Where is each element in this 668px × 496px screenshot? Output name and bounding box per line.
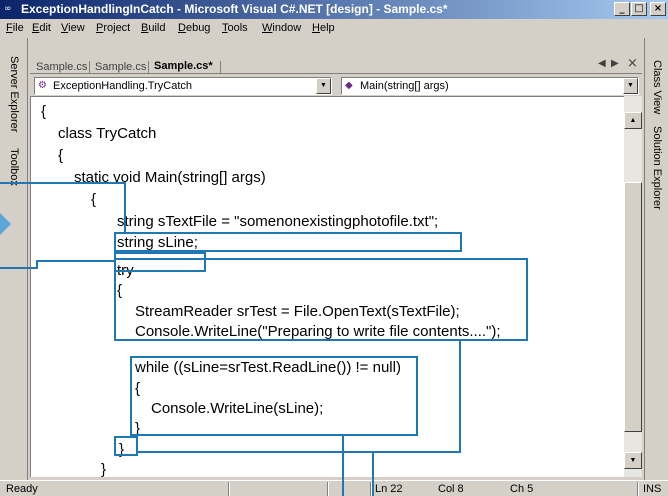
menu-edit[interactable]: Edit (32, 22, 51, 35)
scroll-down-icon[interactable]: ▼ (624, 452, 642, 469)
code-line: } (101, 461, 107, 477)
callout-leader (372, 451, 374, 496)
method-icon: ◆ (345, 80, 353, 91)
right-dock: Class View Solution Explorer (644, 38, 668, 480)
scrollbar-thumb[interactable] (624, 182, 642, 432)
code-line: { (58, 147, 64, 164)
status-bar: Ready Ln 22 Col 8 Ch 5 INS (0, 480, 668, 496)
menu-project[interactable]: Project (96, 22, 130, 35)
code-line: static void Main(string[] args) (74, 169, 266, 186)
code-line: Console.WriteLine("Preparing to write fi… (135, 323, 501, 340)
menu-window-key: W (262, 22, 273, 34)
code-line: } (119, 441, 125, 458)
callout-leader (124, 182, 126, 233)
toolbox-tab[interactable]: Toolbox (7, 148, 21, 186)
code-line: string sLine; (117, 234, 198, 251)
status-ch: Ch 5 (510, 483, 534, 495)
code-line: { (41, 103, 47, 120)
class-icon: ⚙ (38, 80, 47, 91)
code-line: } (135, 420, 141, 437)
callout-leader (0, 182, 126, 184)
tab-sample-active[interactable]: Sample.cs* (154, 60, 213, 73)
scroll-up-icon[interactable]: ▲ (624, 112, 642, 129)
menu-project-rest: roject (103, 22, 131, 34)
member-dropdown-value: Main(string[] args) (360, 80, 449, 92)
close-button[interactable]: × (650, 2, 666, 16)
solution-explorer-tab[interactable]: Solution Explorer (650, 126, 664, 210)
maximize-button[interactable]: □ (631, 2, 647, 16)
menu-debug[interactable]: Debug (178, 22, 210, 35)
menu-help[interactable]: Help (312, 22, 335, 35)
menu-edit-rest: dit (39, 22, 51, 34)
callout-leader (36, 260, 116, 262)
tab-sample-1[interactable]: Sample.cs (36, 61, 87, 74)
menu-debug-key: D (178, 22, 186, 34)
status-divider (327, 482, 329, 496)
menu-bar: File Edit View Project Build Debug Tools… (0, 19, 668, 38)
callout-arrow-icon (0, 213, 11, 235)
minimize-button[interactable]: _ (614, 2, 630, 16)
tab-scroll-left-icon[interactable]: ◀ (598, 58, 606, 69)
status-line: Ln 22 (375, 483, 403, 495)
code-editor[interactable]: { class TryCatch { static void Main(stri… (30, 96, 624, 477)
title-bar[interactable]: ∞ ExceptionHandlingInCatch - Microsoft V… (0, 0, 668, 19)
menu-file-key: F (6, 22, 13, 34)
left-dock: Server Explorer Toolbox (0, 38, 28, 480)
callout-leader (0, 267, 38, 269)
chevron-down-icon[interactable]: ▼ (316, 78, 331, 94)
menu-build-rest: uild (148, 22, 166, 34)
ide-window: ∞ ExceptionHandlingInCatch - Microsoft V… (0, 0, 668, 496)
chevron-down-icon[interactable]: ▼ (623, 78, 638, 94)
code-line: StreamReader srTest = File.OpenText(sTex… (135, 303, 460, 320)
tab-close-icon[interactable]: × (627, 56, 638, 71)
editor-gutter (31, 97, 41, 477)
tab-scroll-right-icon[interactable]: ▶ (611, 58, 619, 69)
vertical-scrollbar[interactable]: ▲ ▼ (624, 96, 642, 477)
vs-app-icon[interactable]: ∞ (4, 3, 18, 16)
menu-view[interactable]: View (61, 22, 85, 35)
menu-window-rest: indow (272, 22, 302, 34)
status-col: Col 8 (438, 483, 464, 495)
menu-file[interactable]: File (6, 22, 24, 35)
menu-file-rest: ile (12, 22, 24, 34)
member-dropdown[interactable]: ◆ Main(string[] args) ▼ (341, 77, 639, 95)
type-dropdown-value: ExceptionHandling.TryCatch (53, 80, 192, 92)
callout-leader (36, 261, 38, 269)
tab-sample-2[interactable]: Sample.cs (95, 61, 146, 74)
menu-build[interactable]: Build (141, 22, 165, 35)
status-ins: INS (643, 483, 662, 495)
document-tab-strip: Sample.cs Sample.cs Sample.cs* ◀ ▶ × (30, 52, 642, 74)
server-explorer-tab[interactable]: Server Explorer (7, 56, 21, 132)
menu-window[interactable]: Window (262, 22, 301, 35)
window-title: ExceptionHandlingInCatch - Microsoft Vis… (21, 2, 448, 16)
tab-divider (220, 61, 221, 74)
code-line: while ((sLine=srTest.ReadLine()) != null… (135, 359, 401, 376)
tab-divider (148, 61, 149, 74)
status-ready: Ready (6, 483, 38, 495)
code-line: { (91, 191, 97, 208)
code-line: string sTextFile = "somenonexistingphoto… (117, 213, 439, 230)
type-dropdown[interactable]: ⚙ ExceptionHandling.TryCatch ▼ (34, 77, 332, 95)
menu-tools[interactable]: Tools (222, 22, 248, 35)
callout-leader (459, 340, 461, 452)
code-line: try (117, 262, 134, 279)
menu-debug-rest: ebug (185, 22, 211, 34)
status-divider (637, 482, 639, 496)
code-line: Console.WriteLine(sLine); (151, 400, 324, 417)
menu-help-rest: elp (319, 22, 335, 34)
tab-divider (89, 61, 90, 74)
callout-leader (342, 436, 344, 496)
callout-leader (137, 451, 461, 453)
status-divider (228, 482, 230, 496)
menu-tools-rest: ools (227, 22, 248, 34)
menu-view-rest: iew (68, 22, 85, 34)
code-line: { (135, 380, 141, 397)
code-line: { (117, 282, 123, 299)
menu-help-key: H (312, 22, 320, 34)
code-line: class TryCatch (58, 125, 157, 142)
class-view-tab[interactable]: Class View (650, 60, 664, 114)
